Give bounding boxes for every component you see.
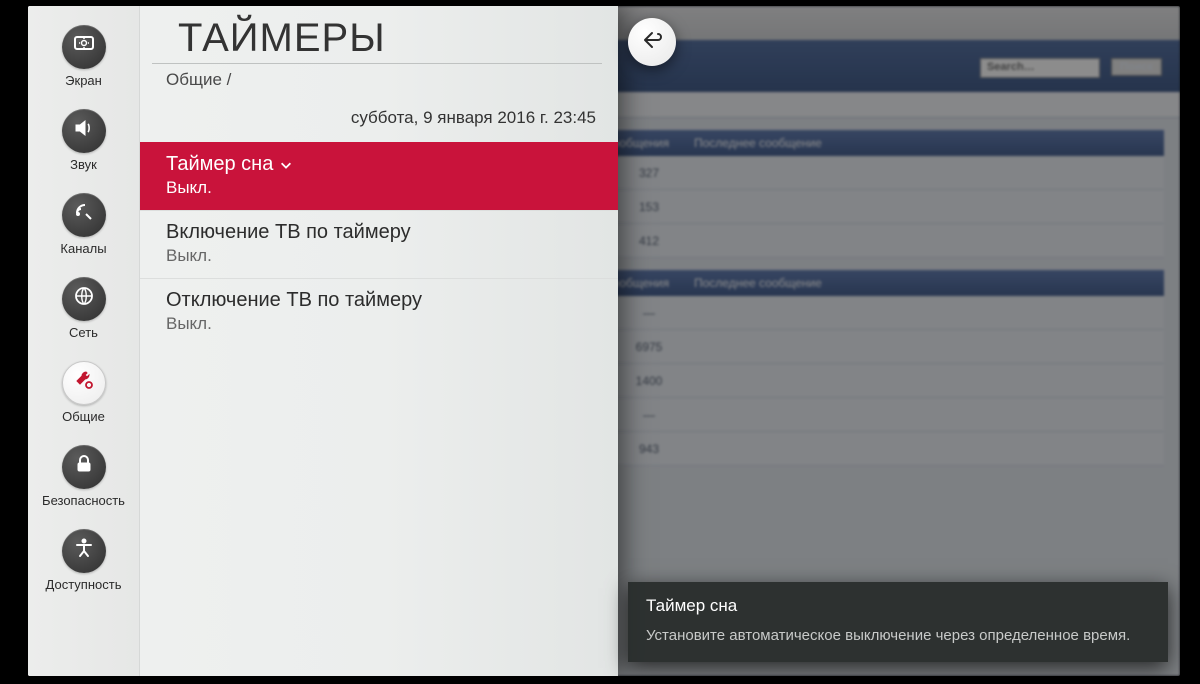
sidebar-item-sound[interactable]: Звук bbox=[28, 98, 139, 182]
tooltip-title: Таймер сна bbox=[646, 596, 1150, 616]
option-value: Выкл. bbox=[166, 246, 592, 266]
bg-col-last: Последнее сообщение bbox=[694, 136, 1152, 150]
settings-content: ТАЙМЕРЫ Общие / суббота, 9 января 2016 г… bbox=[140, 6, 618, 676]
sidebar-item-network[interactable]: Сеть bbox=[28, 266, 139, 350]
sidebar-item-label: Каналы bbox=[60, 241, 106, 256]
option-title: Таймер сна bbox=[166, 153, 273, 176]
sidebar: Экран Звук Каналы Сеть Общие Безопасност bbox=[28, 6, 140, 676]
sidebar-item-general[interactable]: Общие bbox=[28, 350, 139, 434]
option-title: Включение ТВ по таймеру bbox=[166, 221, 411, 244]
sidebar-item-label: Экран bbox=[65, 73, 102, 88]
breadcrumb: Общие / bbox=[140, 68, 618, 108]
sidebar-item-label: Звук bbox=[70, 157, 97, 172]
sidebar-item-security[interactable]: Безопасность bbox=[28, 434, 139, 518]
sidebar-item-label: Доступность bbox=[46, 577, 122, 592]
screen-icon bbox=[72, 32, 96, 61]
back-button[interactable] bbox=[628, 18, 676, 66]
sidebar-item-channels[interactable]: Каналы bbox=[28, 182, 139, 266]
bg-search-go: Поиск bbox=[1111, 58, 1162, 76]
settings-panel: Экран Звук Каналы Сеть Общие Безопасност bbox=[28, 6, 618, 676]
sidebar-item-screen[interactable]: Экран bbox=[28, 14, 139, 98]
sound-icon bbox=[72, 116, 96, 145]
tools-icon bbox=[72, 368, 96, 397]
option-value: Выкл. bbox=[166, 314, 592, 334]
tooltip-body: Установите автоматическое выключение чер… bbox=[646, 626, 1150, 646]
sidebar-item-accessibility[interactable]: Доступность bbox=[28, 518, 139, 602]
page-title: ТАЙМЕРЫ bbox=[152, 16, 602, 64]
datetime-label: суббота, 9 января 2016 г. 23:45 bbox=[140, 108, 618, 142]
lock-icon bbox=[72, 452, 96, 481]
option-power-on-timer[interactable]: Включение ТВ по таймеру Выкл. bbox=[140, 210, 618, 278]
option-sleep-timer[interactable]: Таймер сна Выкл. bbox=[140, 142, 618, 210]
chevron-down-icon bbox=[279, 158, 293, 172]
sidebar-item-label: Безопасность bbox=[42, 493, 125, 508]
back-arrow-icon bbox=[640, 28, 664, 57]
bg-search: Search… bbox=[980, 58, 1100, 78]
option-value: Выкл. bbox=[166, 178, 592, 198]
accessibility-icon bbox=[72, 536, 96, 565]
help-tooltip: Таймер сна Установите автоматическое вык… bbox=[628, 582, 1168, 662]
globe-icon bbox=[72, 284, 96, 313]
option-title: Отключение ТВ по таймеру bbox=[166, 289, 422, 312]
option-power-off-timer[interactable]: Отключение ТВ по таймеру Выкл. bbox=[140, 278, 618, 346]
sidebar-item-label: Сеть bbox=[69, 325, 98, 340]
satellite-icon bbox=[72, 200, 96, 229]
sidebar-item-label: Общие bbox=[62, 409, 105, 424]
